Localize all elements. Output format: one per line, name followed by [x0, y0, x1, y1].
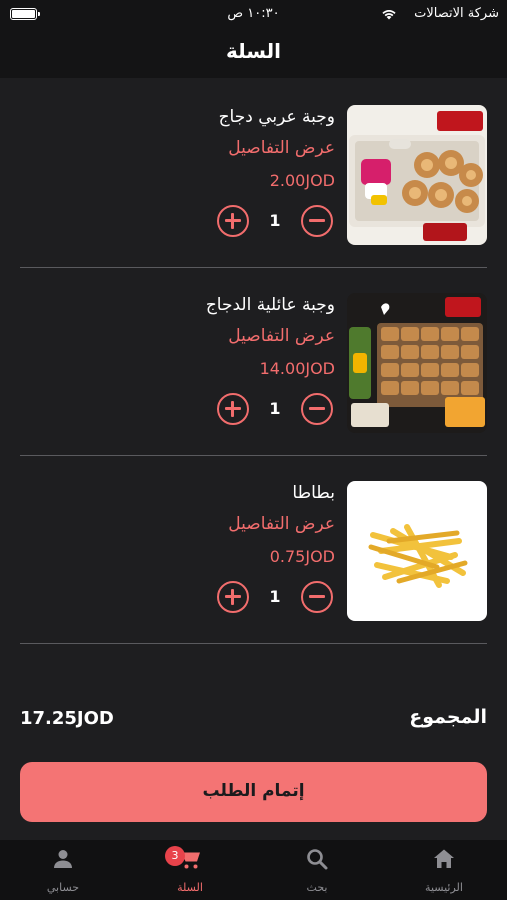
cart-item: وجبة عائلية الدجاج عرض التفاصيل 14.00JOD… [20, 268, 487, 456]
quantity-value: 1 [269, 587, 281, 606]
quantity-value: 1 [269, 211, 281, 230]
nav-item-cart[interactable]: 3 السلة [127, 840, 253, 900]
home-icon [434, 849, 454, 868]
cart-item: بطاطا عرض التفاصيل 0.75JOD 1 [20, 456, 487, 644]
search-icon [307, 849, 328, 870]
decrease-quantity-button[interactable] [301, 393, 333, 425]
view-details-link[interactable]: عرض التفاصيل [228, 326, 335, 346]
view-details-link[interactable]: عرض التفاصيل [228, 138, 335, 158]
chicken-family-meal-photo [347, 293, 487, 433]
nav-label: حسابي [46, 881, 80, 894]
nav-item-home[interactable]: الرئيسية [381, 840, 507, 900]
status-bar: ١٠:٣٠ ص شركة الاتصالات [0, 0, 507, 28]
nav-label: بحث [306, 881, 328, 894]
cart-count-badge: 3 [165, 846, 185, 866]
cart-item: وجبة عربي دجاج عرض التفاصيل 2.00JOD 1 [20, 80, 487, 268]
header: السلة [0, 28, 507, 78]
bottom-nav: حسابي 3 السلة بحث الرئيسية [0, 840, 507, 900]
nav-item-search[interactable]: بحث [254, 840, 380, 900]
carrier-name: شركة الاتصالات [414, 6, 499, 21]
page-title: السلة [225, 39, 281, 63]
item-price: 14.00JOD [259, 359, 335, 378]
total-label: المجموع [409, 706, 487, 728]
item-name: وجبة عربي دجاج [218, 107, 335, 127]
checkout-button[interactable]: إتمام الطلب [20, 762, 487, 822]
wifi-icon [382, 10, 396, 20]
decrease-quantity-button[interactable] [301, 205, 333, 237]
quantity-value: 1 [269, 399, 281, 418]
checkout-label: إتمام الطلب [202, 781, 305, 801]
increase-quantity-button[interactable] [217, 581, 249, 613]
decrease-quantity-button[interactable] [301, 581, 333, 613]
chicken-arabi-meal-photo [347, 105, 487, 245]
nav-item-account[interactable]: حسابي [0, 840, 126, 900]
person-icon [54, 850, 72, 868]
item-name: وجبة عائلية الدجاج [205, 295, 335, 315]
nav-label: الرئيسية [425, 881, 463, 894]
total-value: 17.25JOD [20, 708, 114, 729]
french-fries-photo [347, 481, 487, 621]
item-price: 2.00JOD [269, 171, 335, 190]
item-name: بطاطا [292, 483, 335, 503]
nav-label: السلة [177, 881, 203, 894]
view-details-link[interactable]: عرض التفاصيل [228, 514, 335, 534]
increase-quantity-button[interactable] [217, 393, 249, 425]
increase-quantity-button[interactable] [217, 205, 249, 237]
item-price: 0.75JOD [269, 547, 335, 566]
